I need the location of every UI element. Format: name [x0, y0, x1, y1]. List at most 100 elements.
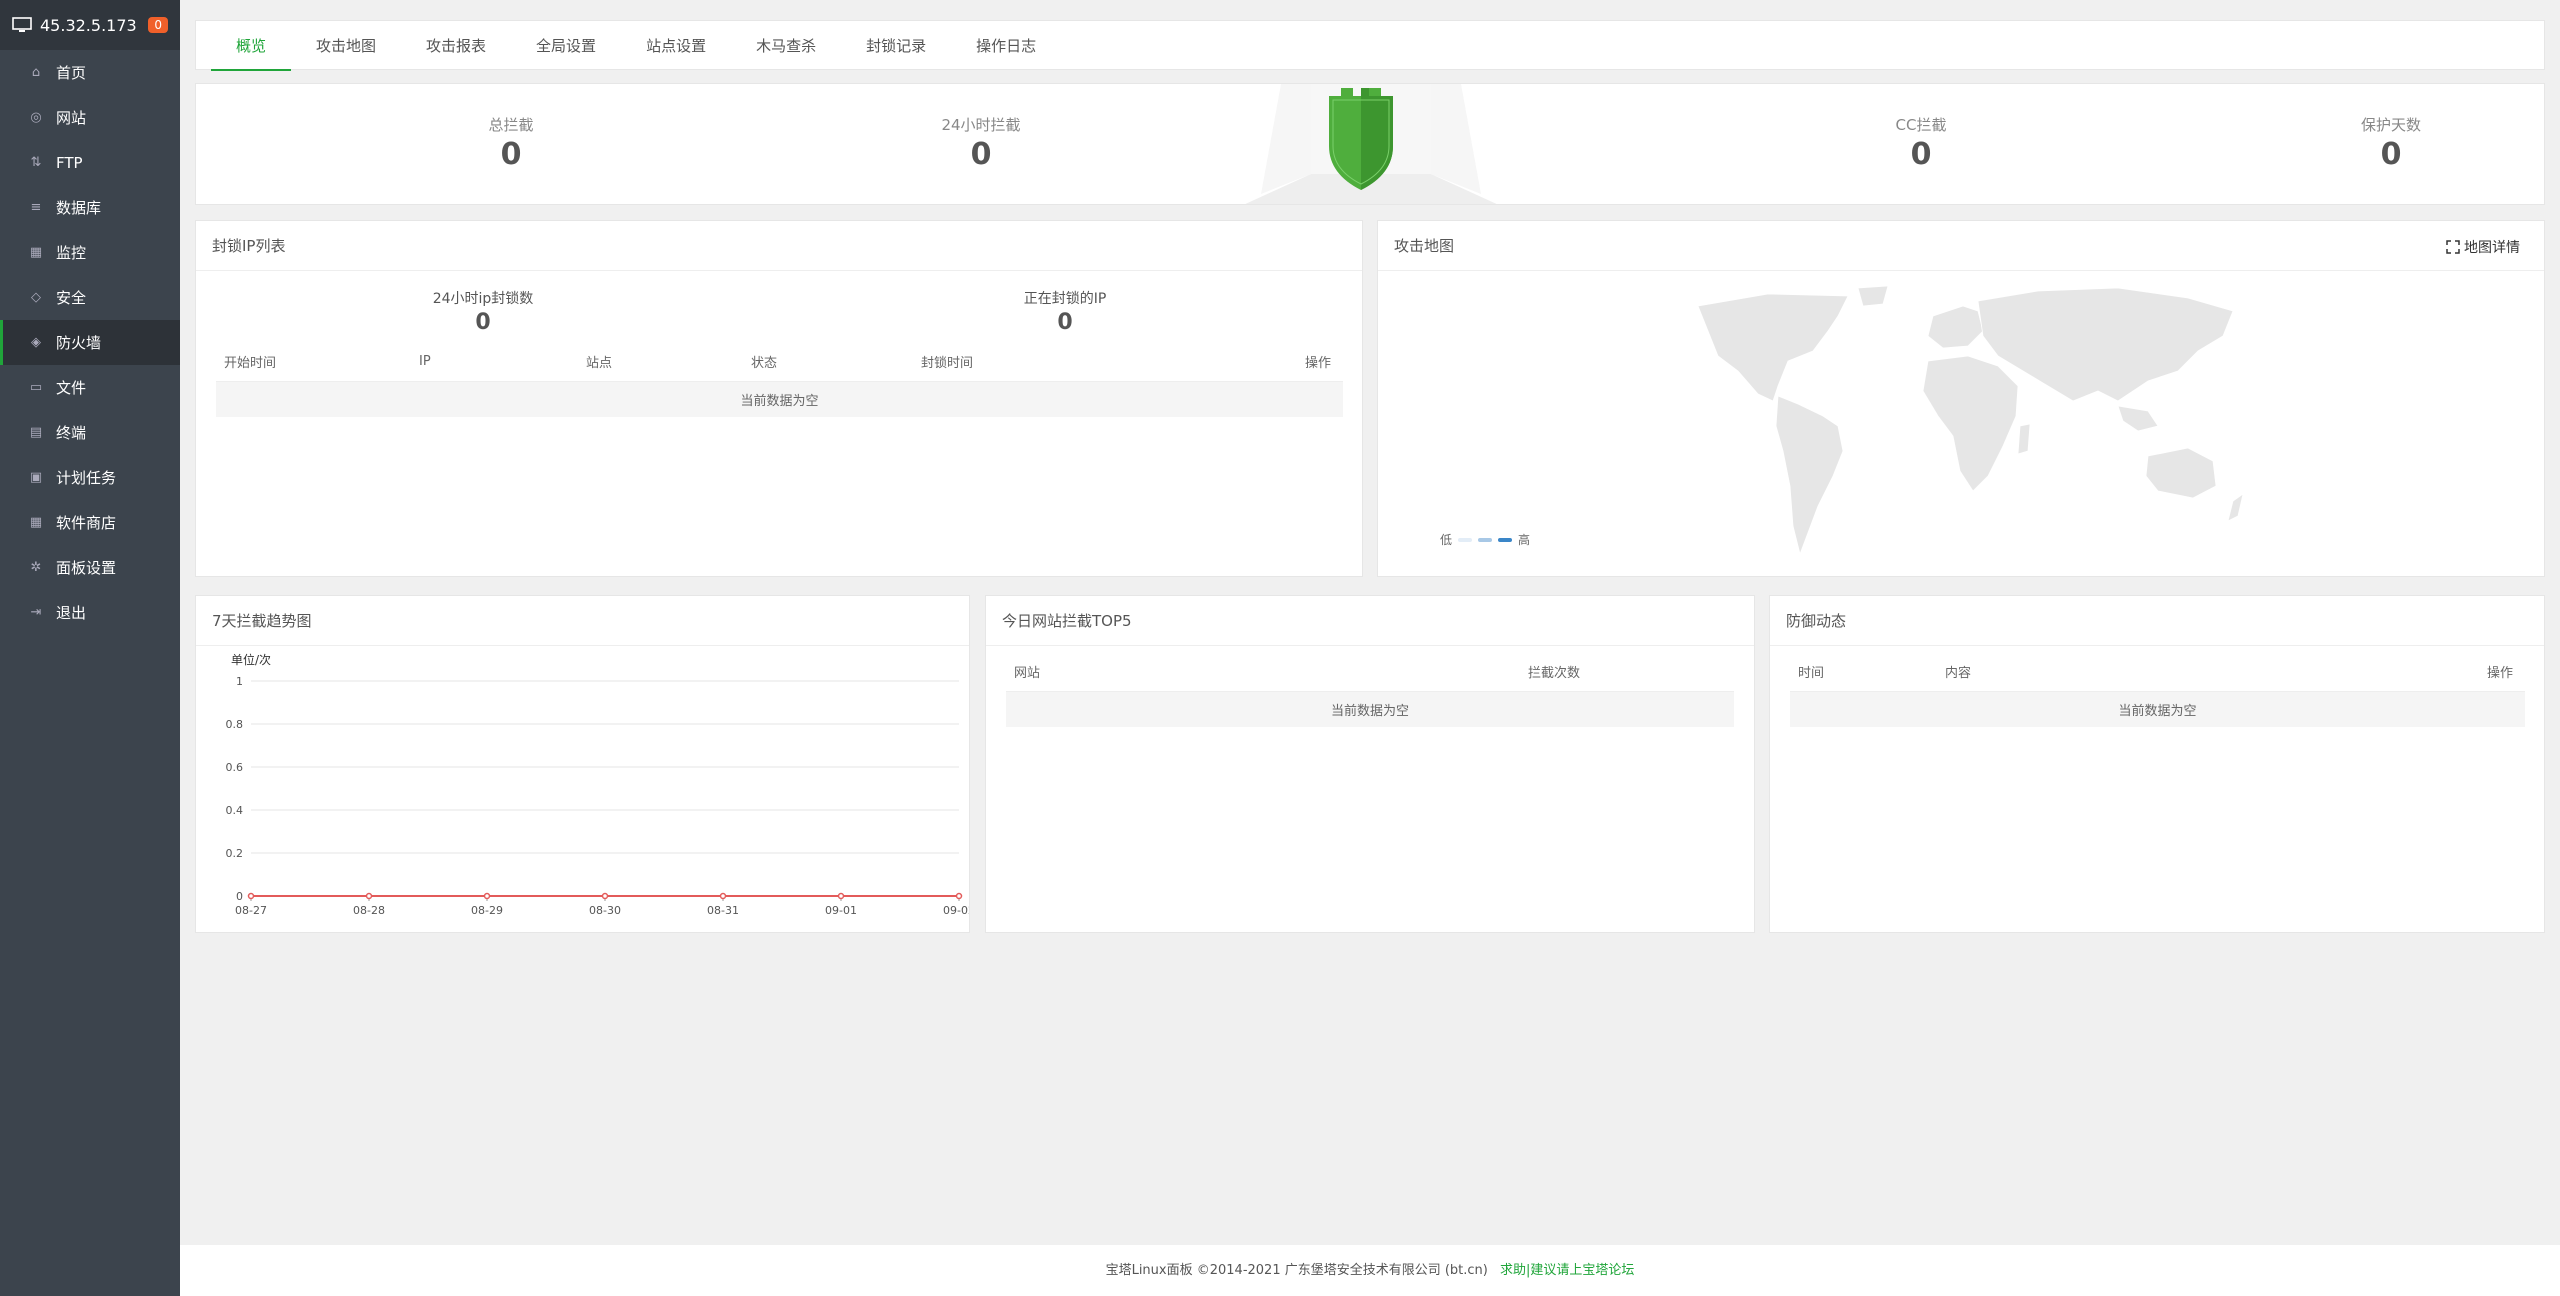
top5-title: 今日网站拦截TOP5 — [986, 596, 1754, 646]
sidebar-item-label: 面板设置 — [56, 559, 117, 577]
sidebar-item-label: 数据库 — [56, 199, 102, 217]
sidebar-nav: ⌂ 首页 ◎ 网站 ⇅ FTP ≡ 数据库 ▦ 监控 ◇ 安全 ◈ 防火墙 ▭ 文件 ▤ 终端 ▣ 计划任务 ▦ 软件商店… — [0, 50, 180, 635]
sidebar-item-11[interactable]: ✲ 面板设置 — [0, 545, 180, 590]
y-tick-label: 0.6 — [226, 761, 244, 774]
shield-banner — [1245, 84, 1497, 204]
data-point — [601, 892, 609, 900]
col-intercept-count: 拦截次数 — [1520, 653, 1734, 692]
main-content: 概览 攻击地图 攻击报表 全局设置 站点设置 木马查杀 封锁记录 操作日志 总拦截 0 24小… — [180, 0, 2560, 1296]
sidebar-item-label: 安全 — [56, 289, 87, 307]
stat-days-label: 保护天数 — [2360, 116, 2421, 134]
map-detail-button[interactable]: 地图详情 — [2446, 237, 2520, 257]
x-tick-label: 08-30 — [589, 904, 621, 917]
attack-map-panel: 攻击地图 地图详情 低 高 — [1377, 220, 2545, 577]
tab-1[interactable]: 攻击地图 — [291, 21, 401, 71]
blocked-now-value: 0 — [1057, 310, 1073, 335]
tab-0[interactable]: 概览 — [211, 21, 292, 71]
top5-panel: 今日网站拦截TOP5 网站 拦截次数 当前数据为空 — [985, 595, 1755, 933]
legend-bar-mid — [1478, 537, 1493, 542]
apps-icon: ▦ — [29, 515, 43, 530]
sidebar-item-6[interactable]: ◈ 防火墙 — [0, 320, 180, 365]
y-axis-label: 单位/次 — [231, 652, 271, 667]
sidebar-item-0[interactable]: ⌂ 首页 — [0, 50, 180, 95]
legend-high: 高 — [1518, 533, 1531, 547]
tab-4[interactable]: 站点设置 — [621, 21, 731, 71]
sidebar-item-7[interactable]: ▭ 文件 — [0, 365, 180, 410]
notification-badge[interactable]: 0 — [148, 17, 168, 33]
stat-day-label: 24小时拦截 — [941, 116, 1021, 134]
trend-panel: 7天拦截趋势图 单位/次 0 0.2 0.4 0.6 0.8 1 08-27 08-28 08-2… — [195, 595, 970, 933]
trend-chart: 单位/次 0 0.2 0.4 0.6 0.8 1 08-27 08-28 08-29 08-30 08… — [226, 652, 970, 917]
empty-message: 当前数据为空 — [216, 381, 1343, 417]
col-block-time: 封锁时间 — [913, 343, 1213, 382]
col-site: 站点 — [578, 343, 743, 382]
tab-6[interactable]: 封锁记录 — [841, 21, 951, 71]
folder-icon: ▭ — [29, 380, 43, 395]
trend-title: 7天拦截趋势图 — [196, 596, 969, 646]
x-tick-label: 08-29 — [471, 904, 503, 917]
sidebar-item-12[interactable]: ⇥ 退出 — [0, 590, 180, 635]
stat-total-label: 总拦截 — [488, 116, 534, 134]
legend-bar-high — [1498, 537, 1513, 542]
database-icon: ≡ — [30, 200, 42, 215]
stat-days-value: 0 — [2380, 137, 2402, 172]
sidebar-item-label: 文件 — [56, 379, 87, 397]
sidebar-item-3[interactable]: ≡ 数据库 — [0, 185, 180, 230]
tab-2[interactable]: 攻击报表 — [401, 21, 511, 71]
defense-table: 时间 内容 操作 当前数据为空 — [1790, 653, 2525, 727]
legend-low: 低 — [1440, 533, 1453, 547]
sidebar-item-10[interactable]: ▦ 软件商店 — [0, 500, 180, 545]
terminal-icon: ▤ — [29, 425, 43, 440]
map-legend: 低 高 — [1440, 531, 1530, 548]
stat-cc-value: 0 — [1910, 137, 1932, 172]
x-tick-label: 08-28 — [353, 904, 385, 917]
logout-icon: ⇥ — [30, 605, 42, 620]
home-icon: ⌂ — [31, 65, 41, 80]
footer-forum-link[interactable]: 求助|建议请上宝塔论坛 — [1500, 1263, 1634, 1278]
col-time: 时间 — [1790, 653, 1937, 692]
globe-icon: ◎ — [30, 110, 42, 125]
sidebar-item-label: 网站 — [56, 109, 87, 127]
empty-message: 当前数据为空 — [1006, 691, 1734, 727]
x-tick-label: 08-31 — [707, 904, 739, 917]
stat-total-value: 0 — [500, 137, 522, 172]
col-site: 网站 — [1006, 653, 1520, 692]
tab-3[interactable]: 全局设置 — [511, 21, 621, 71]
stat-day-value: 0 — [970, 137, 992, 172]
legend-bar-low — [1458, 537, 1473, 542]
sidebar-item-8[interactable]: ▤ 终端 — [0, 410, 180, 455]
sidebar-item-4[interactable]: ▦ 监控 — [0, 230, 180, 275]
defense-panel: 防御动态 时间 内容 操作 当前数据为空 — [1769, 595, 2545, 933]
ftp-icon: ⇅ — [30, 155, 42, 170]
fullscreen-icon — [2446, 240, 2460, 254]
sidebar-item-label: FTP — [56, 153, 83, 172]
blocked-day-label: 24小时ip封锁数 — [432, 291, 534, 307]
sidebar: 45.32.5.173 0 ⌂ 首页 ◎ 网站 ⇅ FTP ≡ 数据库 ▦ 监控 ◇ 安全 ◈ 防火墙 ▭ 文… — [0, 0, 180, 1296]
sidebar-item-label: 退出 — [56, 604, 87, 622]
server-header: 45.32.5.173 0 — [0, 0, 180, 50]
server-ip: 45.32.5.173 — [40, 15, 137, 35]
col-start-time: 开始时间 — [216, 343, 411, 382]
sidebar-item-5[interactable]: ◇ 安全 — [0, 275, 180, 320]
data-point — [955, 892, 963, 900]
gear-icon: ✲ — [30, 560, 42, 575]
y-tick-label: 0.8 — [226, 718, 244, 731]
sidebar-item-1[interactable]: ◎ 网站 — [0, 95, 180, 140]
sidebar-item-label: 计划任务 — [56, 469, 117, 487]
defense-title: 防御动态 — [1770, 596, 2544, 646]
tab-7[interactable]: 操作日志 — [951, 21, 1061, 71]
y-tick-label: 0.4 — [226, 804, 244, 817]
blocked-now-label: 正在封锁的IP — [1023, 291, 1107, 307]
stats-panel: 总拦截 0 24小时拦截 0 CC拦截 0 保护天数 0 — [195, 83, 2545, 205]
data-point — [483, 892, 491, 900]
footer: 宝塔Linux面板 ©2014-2021 广东堡塔安全技术有限公司 (bt.cn… — [180, 1245, 2560, 1296]
tab-5[interactable]: 木马查杀 — [731, 21, 841, 71]
empty-message: 当前数据为空 — [1790, 691, 2525, 727]
x-tick-label: 09-01 — [825, 904, 857, 917]
sidebar-item-label: 防火墙 — [56, 334, 102, 352]
calendar-icon: ▣ — [29, 470, 43, 485]
col-content: 内容 — [1937, 653, 2437, 692]
y-tick-label: 0.2 — [226, 847, 244, 860]
sidebar-item-2[interactable]: ⇅ FTP — [0, 140, 180, 185]
sidebar-item-9[interactable]: ▣ 计划任务 — [0, 455, 180, 500]
